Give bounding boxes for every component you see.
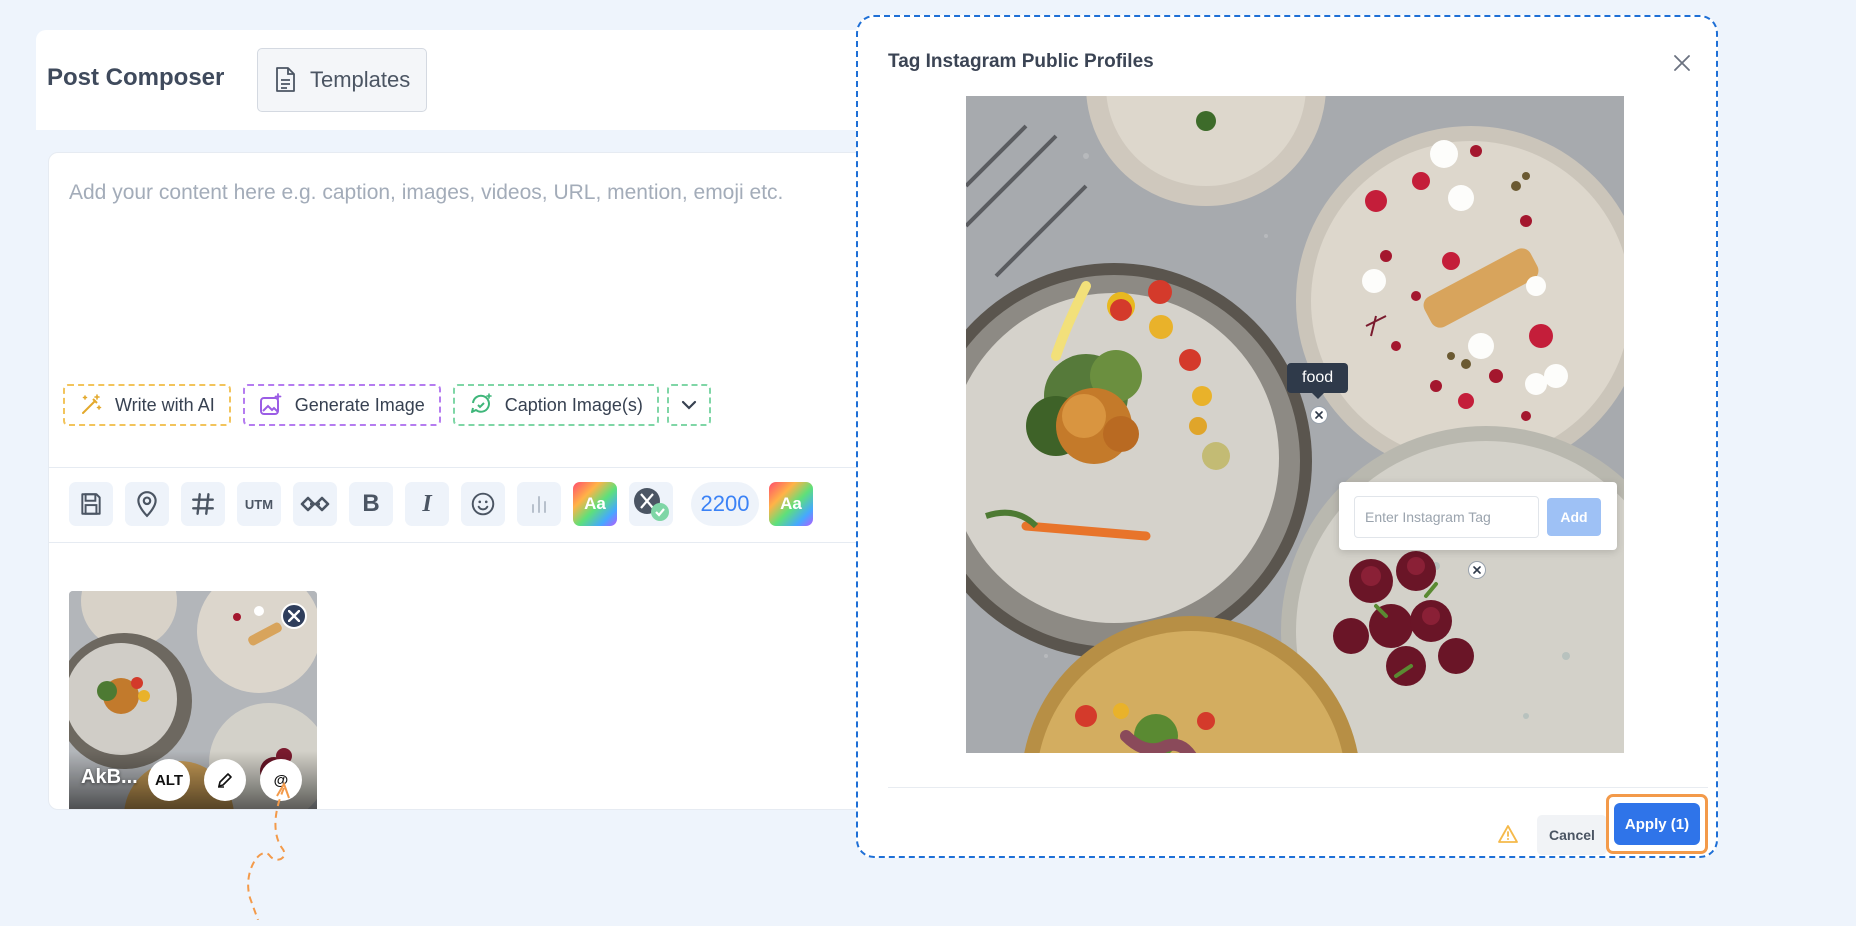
save-draft-button[interactable] xyxy=(69,482,113,526)
modal-footer-divider xyxy=(888,787,1708,788)
x-account-button[interactable] xyxy=(629,482,673,526)
remove-media-button[interactable] xyxy=(281,603,307,629)
caption-sparkle-icon xyxy=(470,393,492,413)
composer-header: Post Composer Templates xyxy=(36,30,916,130)
remove-pending-tag-button[interactable] xyxy=(1468,561,1486,579)
close-icon xyxy=(1674,55,1690,71)
tag-profiles-modal: Tag Instagram Public Profiles Cancel App… xyxy=(856,15,1718,858)
link-chain-icon xyxy=(300,496,330,512)
media-filename: AkB... xyxy=(81,766,138,788)
add-tag-button[interactable]: Add xyxy=(1547,498,1601,536)
more-ai-options-button[interactable] xyxy=(666,384,711,426)
modal-title: Tag Instagram Public Profiles xyxy=(888,51,1154,72)
tag-label-food[interactable]: food xyxy=(1287,363,1349,399)
emoji-button[interactable] xyxy=(461,482,505,526)
character-counter: 2200 xyxy=(691,482,759,526)
close-icon xyxy=(1473,566,1481,574)
warning-icon xyxy=(1498,825,1518,848)
content-editor[interactable]: Add your content here e.g. caption, imag… xyxy=(48,152,916,810)
magic-wand-icon xyxy=(82,394,102,414)
image-sparkle-icon xyxy=(259,393,282,415)
location-pin-icon xyxy=(137,491,157,518)
instagram-tag-input[interactable] xyxy=(1354,496,1539,538)
emoji-icon xyxy=(471,492,495,516)
write-with-ai-label: Write with AI xyxy=(115,394,215,415)
close-icon xyxy=(288,610,300,622)
hashtag-icon xyxy=(192,493,214,515)
generate-image-button[interactable]: Generate Image xyxy=(242,384,441,426)
content-placeholder: Add your content here e.g. caption, imag… xyxy=(69,181,784,204)
remove-tag-food-button[interactable] xyxy=(1310,406,1328,424)
alt-text-button[interactable]: ALT xyxy=(148,759,190,801)
location-button[interactable] xyxy=(125,482,169,526)
page-title: Post Composer xyxy=(47,64,225,91)
bar-chart-icon xyxy=(532,496,546,513)
tag-photo-canvas[interactable] xyxy=(966,96,1624,753)
media-thumbnail[interactable]: AkB... ALT @ xyxy=(69,591,317,809)
ai-actions: Write with AI Generate Image Caption Ima… xyxy=(63,384,711,426)
bold-button[interactable]: B xyxy=(349,482,393,526)
close-icon xyxy=(1315,411,1323,419)
post-composer: Post Composer Templates Add your content… xyxy=(36,30,916,810)
apply-button-highlight: Apply (1) xyxy=(1606,794,1708,854)
analytics-button[interactable] xyxy=(517,482,561,526)
font-style-button-secondary[interactable]: Aa xyxy=(769,482,813,526)
hashtag-button[interactable] xyxy=(181,482,225,526)
caption-images-label: Caption Image(s) xyxy=(504,394,643,415)
close-modal-button[interactable] xyxy=(1666,47,1698,79)
italic-button[interactable]: I xyxy=(405,482,449,526)
pencil-icon xyxy=(218,773,232,788)
link-shortener-button[interactable] xyxy=(293,482,337,526)
formatting-toolbar: UTM B I Aa 2200 Aa xyxy=(49,467,915,543)
tag-input-popup: Add xyxy=(1339,482,1617,550)
x-logo-verified-icon xyxy=(634,488,669,521)
cancel-button[interactable]: Cancel xyxy=(1537,815,1607,855)
pointer-arrow-annotation xyxy=(247,781,290,920)
food-photo xyxy=(966,96,1624,753)
save-icon xyxy=(81,493,101,515)
templates-label: Templates xyxy=(310,67,411,92)
chevron-down-icon xyxy=(681,400,696,410)
utm-button[interactable]: UTM xyxy=(237,482,281,526)
generate-image-label: Generate Image xyxy=(294,394,425,415)
write-with-ai-button[interactable]: Write with AI xyxy=(63,384,231,426)
caption-images-button[interactable]: Caption Image(s) xyxy=(452,384,659,426)
templates-button[interactable]: Templates xyxy=(257,48,427,112)
font-style-button[interactable]: Aa xyxy=(573,482,617,526)
apply-button[interactable]: Apply (1) xyxy=(1614,803,1700,845)
document-icon xyxy=(276,67,295,92)
